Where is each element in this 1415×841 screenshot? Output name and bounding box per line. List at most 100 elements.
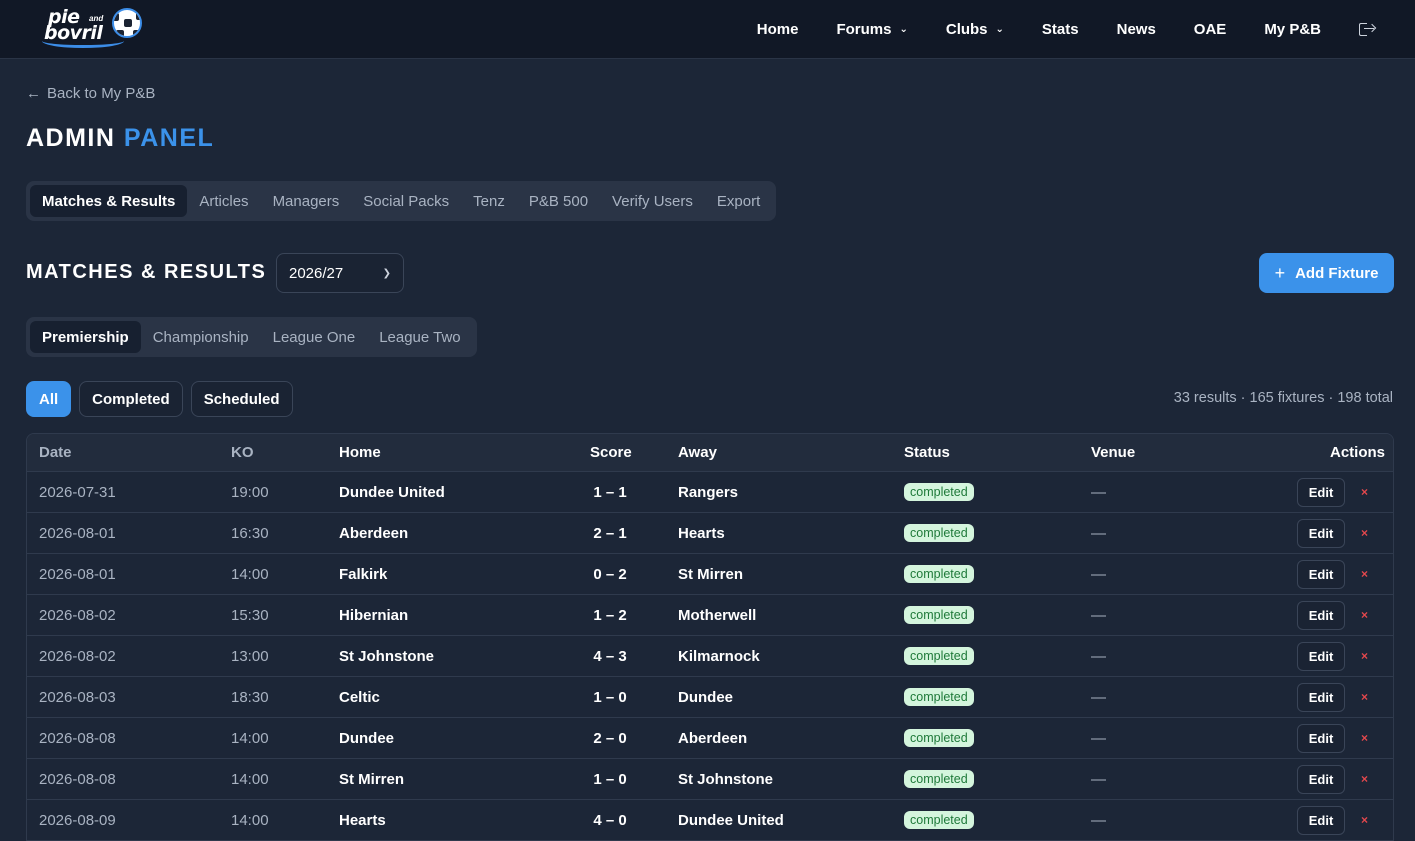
nav-item-label: Stats — [1041, 21, 1079, 38]
col-header-venue[interactable]: Venue — [1091, 444, 1135, 461]
status-badge: completed — [904, 688, 974, 706]
tab-social-packs[interactable]: Social Packs — [351, 185, 461, 217]
delete-icon[interactable]: × — [1361, 813, 1368, 827]
chevron-down-icon: ⌄ — [995, 24, 1004, 35]
nav-item-stats[interactable]: Stats — [1042, 21, 1079, 38]
cell-home-team: Dundee United — [339, 483, 445, 501]
league-tab-championship[interactable]: Championship — [141, 321, 261, 353]
cell-ko: 14:00 — [231, 770, 269, 788]
cell-ko: 14:00 — [231, 729, 269, 747]
cell-date: 2026-07-31 — [39, 483, 116, 501]
edit-button[interactable]: Edit — [1297, 641, 1345, 671]
col-header-date[interactable]: Date — [39, 444, 72, 461]
cell-date: 2026-08-08 — [39, 770, 116, 788]
table-body: 2026-07-31 19:00 Dundee United 1 – 1 Rangers… — [27, 472, 1393, 841]
results-summary: 33 results · 165 fixtures · 198 total — [1173, 390, 1393, 406]
nav-item-news[interactable]: News — [1117, 21, 1156, 38]
page-title-accent: PANEL — [123, 124, 215, 152]
nav-item-my-p-b[interactable]: My P&B — [1264, 21, 1321, 38]
edit-button[interactable]: Edit — [1297, 600, 1345, 630]
arrow-left-icon: ← — [26, 85, 41, 102]
back-link[interactable]: ← Back to My P&B — [26, 85, 155, 102]
nav-item-home[interactable]: Home — [757, 21, 799, 38]
tab-matches-results[interactable]: Matches & Results — [30, 185, 188, 217]
edit-button[interactable]: Edit — [1297, 682, 1345, 712]
league-tab-league-two[interactable]: League Two — [367, 321, 472, 353]
cell-away-team: Aberdeen — [678, 729, 748, 747]
cell-date: 2026-08-02 — [39, 606, 116, 624]
cell-venue: — — [1091, 647, 1106, 665]
tab-tenz[interactable]: Tenz — [461, 185, 517, 217]
col-header-score[interactable]: Score — [590, 444, 632, 461]
delete-icon[interactable]: × — [1361, 649, 1368, 663]
edit-button[interactable]: Edit — [1297, 805, 1345, 835]
status-badge: completed — [904, 729, 974, 747]
nav-item-oae[interactable]: OAE — [1194, 21, 1227, 38]
cell-ko: 14:00 — [231, 811, 269, 829]
league-tab-league-one[interactable]: League One — [261, 321, 368, 353]
status-filters: All Completed Scheduled — [26, 381, 301, 417]
tab-articles[interactable]: Articles — [187, 185, 260, 217]
delete-icon[interactable]: × — [1361, 526, 1368, 540]
cell-venue: — — [1091, 524, 1106, 542]
cell-status: completed — [904, 565, 974, 583]
cell-ko: 19:00 — [231, 483, 269, 501]
nav-item-forums[interactable]: Forums ⌄ — [836, 21, 907, 38]
filter-completed-button[interactable]: Completed — [79, 381, 183, 417]
edit-button[interactable]: Edit — [1297, 518, 1345, 548]
table-row: 2026-08-02 13:00 St Johnstone 4 – 3 Kilmarno… — [27, 636, 1393, 677]
tab-export[interactable]: Export — [705, 185, 772, 217]
delete-icon[interactable]: × — [1361, 731, 1368, 745]
cell-date: 2026-08-03 — [39, 688, 116, 706]
nav-item-label: My P&B — [1264, 21, 1321, 38]
logout-icon[interactable] — [1359, 22, 1377, 38]
filter-all-button[interactable]: All — [26, 381, 72, 417]
cell-away-team: St Johnstone — [678, 770, 774, 788]
cell-away-team: Rangers — [678, 483, 739, 501]
chevron-down-icon: ⌄ — [899, 24, 908, 35]
col-header-status[interactable]: Status — [904, 444, 950, 461]
cell-status: completed — [904, 606, 974, 624]
nav-item-label: Forums — [836, 21, 892, 38]
edit-button[interactable]: Edit — [1297, 477, 1345, 507]
delete-icon[interactable]: × — [1361, 690, 1368, 704]
cell-score: 0 – 2 — [593, 565, 627, 583]
cell-status: completed — [904, 770, 974, 788]
football-icon — [112, 8, 142, 38]
delete-icon[interactable]: × — [1361, 608, 1368, 622]
add-fixture-button[interactable]: + Add Fixture — [1259, 253, 1394, 293]
edit-button[interactable]: Edit — [1297, 559, 1345, 589]
col-header-home[interactable]: Home — [339, 444, 381, 461]
cell-away-team: Dundee — [678, 688, 734, 706]
chevron-down-icon: ❯ — [382, 267, 391, 279]
cell-ko: 13:00 — [231, 647, 269, 665]
cell-score: 2 – 0 — [593, 729, 627, 747]
season-select[interactable]: 2026/27 ❯ — [276, 253, 404, 293]
page-title: ADMIN PANEL — [26, 124, 214, 153]
col-header-away[interactable]: Away — [678, 444, 717, 461]
filter-scheduled-button[interactable]: Scheduled — [190, 381, 293, 417]
cell-status: completed — [904, 647, 974, 665]
status-badge: completed — [904, 483, 974, 501]
cell-away-team: Dundee United — [678, 811, 784, 829]
cell-ko: 18:30 — [231, 688, 269, 706]
delete-icon[interactable]: × — [1361, 567, 1368, 581]
edit-button[interactable]: Edit — [1297, 764, 1345, 794]
site-logo[interactable]: pie and bovril — [42, 6, 144, 50]
edit-button[interactable]: Edit — [1297, 723, 1345, 753]
col-header-ko[interactable]: KO — [231, 444, 254, 461]
cell-ko: 16:30 — [231, 524, 269, 542]
cell-away-team: Hearts — [678, 524, 725, 542]
table-header: Date KO Home Score Away Status Venue Act… — [27, 434, 1393, 472]
delete-icon[interactable]: × — [1361, 485, 1368, 499]
tab-verify-users[interactable]: Verify Users — [600, 185, 705, 217]
league-tab-premiership[interactable]: Premiership — [30, 321, 141, 353]
nav-item-clubs[interactable]: Clubs ⌄ — [946, 21, 1004, 38]
page-title-main: ADMIN — [26, 124, 116, 152]
tab-p-b-500[interactable]: P&B 500 — [517, 185, 600, 217]
table-row: 2026-08-03 18:30 Celtic 1 – 0 Dundee complete… — [27, 677, 1393, 718]
cell-venue: — — [1091, 729, 1106, 747]
tab-managers[interactable]: Managers — [261, 185, 352, 217]
delete-icon[interactable]: × — [1361, 772, 1368, 786]
nav-item-label: News — [1116, 21, 1156, 38]
